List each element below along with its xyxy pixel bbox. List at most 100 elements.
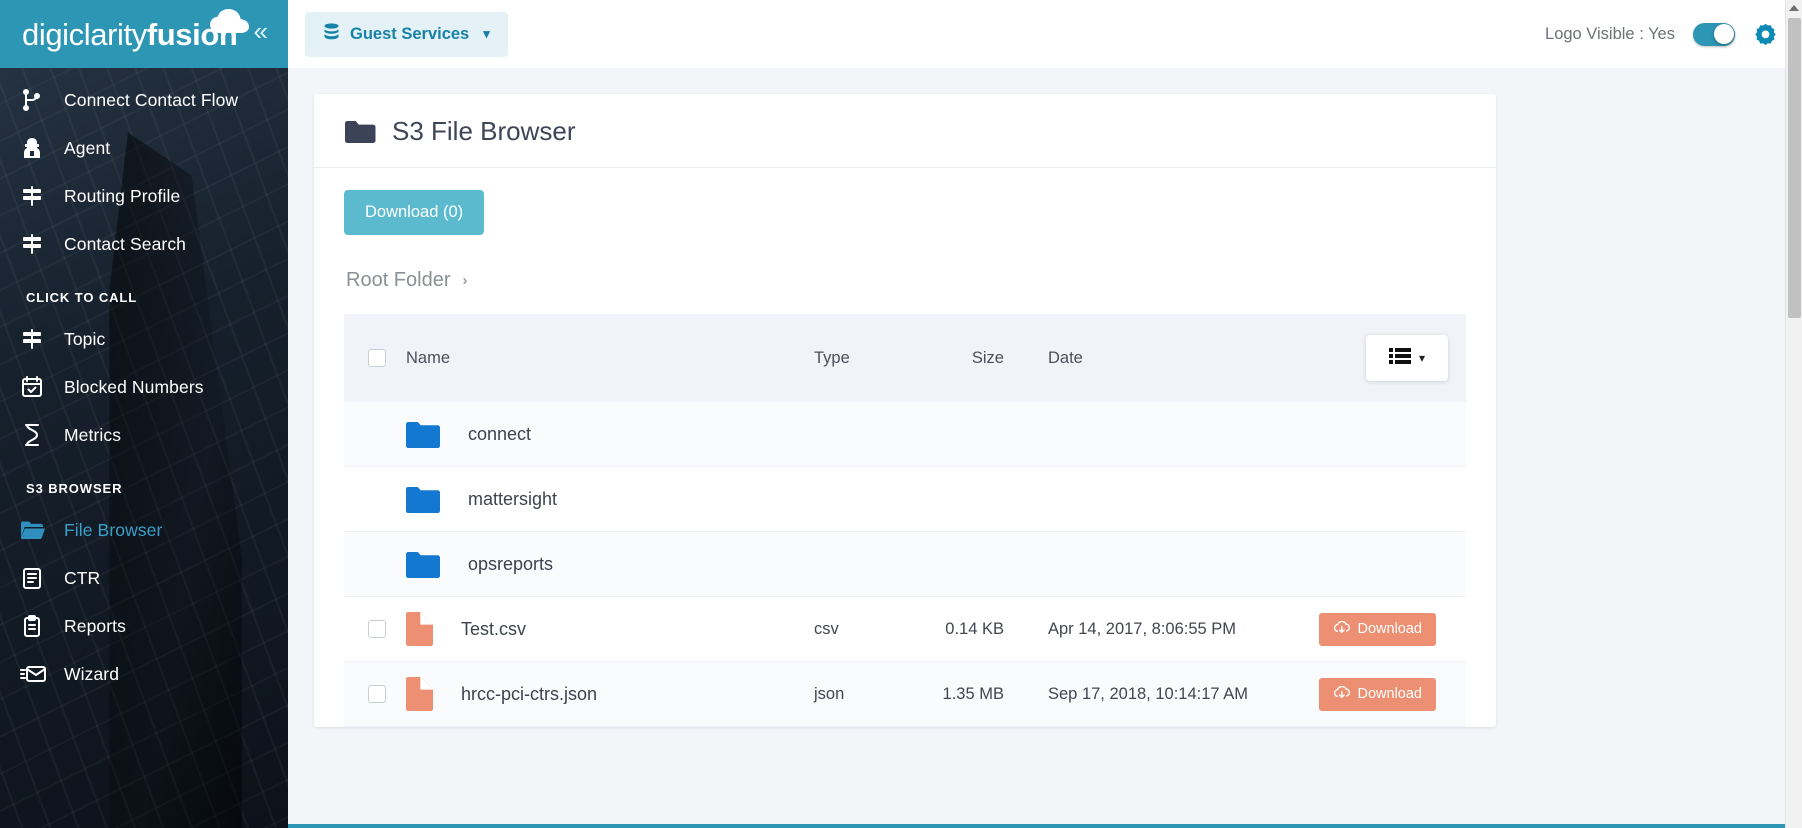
download-selected-button[interactable]: Download (0) <box>344 190 485 235</box>
sidebar-item-ctr[interactable]: CTR <box>0 554 288 602</box>
row-name-label: connect <box>468 423 532 444</box>
file-table: Name Type Size Date ▾ connect mattersigh… <box>344 314 1466 727</box>
select-all-checkbox[interactable] <box>368 349 386 367</box>
folder-icon <box>344 119 376 145</box>
folder-icon <box>406 551 440 578</box>
toggle-knob <box>1713 24 1734 44</box>
chevron-down-icon: ▾ <box>483 26 490 41</box>
row-action-cell: Download <box>1254 677 1466 711</box>
agent-icon <box>20 136 64 160</box>
sidebar-item-label: Contact Search <box>64 233 187 254</box>
sidebar-item-blocked-numbers[interactable]: Blocked Numbers <box>0 363 288 411</box>
topbar-right-group: Logo Visible : Yes <box>1545 22 1778 47</box>
sidebar-collapse-button[interactable]: « <box>248 18 274 50</box>
row-date-cell: Apr 14, 2017, 8:06:55 PM <box>1048 619 1237 638</box>
row-size-cell: 0.14 KB <box>945 619 1004 638</box>
sidebar: digiclarityfusion « Connect Contact Flow… <box>0 0 288 828</box>
row-name-label: mattersight <box>468 488 558 509</box>
sidebar-item-label: Connect Contact Flow <box>64 89 239 110</box>
main-area: Guest Services ▾ Logo Visible : Yes S3 F… <box>288 0 1802 828</box>
row-name-cell: Test.csv <box>406 612 814 646</box>
sidebar-item-label: CTR <box>64 567 101 588</box>
row-download-label: Download <box>1357 686 1423 702</box>
row-select-cell <box>344 620 406 638</box>
sidebar-item-agent[interactable]: Agent <box>0 124 288 172</box>
row-name-label: opsreports <box>468 553 554 574</box>
sidebar-item-metrics[interactable]: Metrics <box>0 411 288 459</box>
signpost-icon <box>20 327 64 351</box>
row-download-label: Download <box>1357 621 1423 637</box>
sidebar-item-reports[interactable]: Reports <box>0 602 288 650</box>
calendar-check-icon <box>20 375 64 399</box>
table-row[interactable]: mattersight <box>344 467 1466 532</box>
breadcrumb-root-folder[interactable]: Root Folder <box>346 269 451 292</box>
logo-visible-label: Logo Visible : Yes <box>1545 24 1675 43</box>
sidebar-item-topic[interactable]: Topic <box>0 315 288 363</box>
sidebar-item-label: Topic <box>64 328 106 349</box>
view-mode-dropdown[interactable]: ▾ <box>1366 335 1448 381</box>
breadcrumb-separator-icon: › <box>462 272 468 289</box>
page-title: S3 File Browser <box>392 116 576 146</box>
logo-visible-toggle[interactable] <box>1693 22 1735 46</box>
page-content: S3 File Browser Download (0) Root Folder… <box>288 68 1802 727</box>
sidebar-item-label: Blocked Numbers <box>64 376 204 397</box>
service-selector-button[interactable]: Guest Services ▾ <box>305 11 508 57</box>
list-view-icon <box>1388 347 1411 370</box>
sidebar-item-contact-search[interactable]: Contact Search <box>0 220 288 268</box>
row-checkbox[interactable] <box>368 620 386 638</box>
clipboard-list-icon <box>20 566 64 590</box>
select-all-cell <box>344 349 406 367</box>
sidebar-item-label: Metrics <box>64 424 122 445</box>
table-header-row: Name Type Size Date ▾ <box>344 314 1466 402</box>
sidebar-section-click-to-call: CLICK TO CALL <box>26 290 138 305</box>
row-checkbox[interactable] <box>368 685 386 703</box>
brand-logo-text: digiclarityfusion <box>22 19 238 50</box>
open-folder-icon <box>20 518 64 542</box>
scroll-up-arrow-icon[interactable] <box>1789 5 1799 11</box>
gear-icon[interactable] <box>1753 22 1778 47</box>
column-header-size: Size <box>971 348 1004 367</box>
signpost-icon <box>20 232 64 256</box>
database-icon <box>323 22 340 46</box>
row-name-cell: connect <box>406 421 814 448</box>
sidebar-item-routing-profile[interactable]: Routing Profile <box>0 172 288 220</box>
sidebar-item-wizard[interactable]: Wizard <box>0 650 288 698</box>
sidebar-item-connect-contact-flow[interactable]: Connect Contact Flow <box>0 76 288 124</box>
mail-send-icon <box>20 662 64 686</box>
column-header-type: Type <box>814 348 850 367</box>
table-row[interactable]: opsreports <box>344 532 1466 597</box>
column-header-date: Date <box>1048 348 1083 367</box>
row-size-cell: 1.35 MB <box>942 684 1004 703</box>
signpost-icon <box>20 184 64 208</box>
service-selector-label: Guest Services <box>350 24 470 43</box>
download-cloud-icon <box>1333 620 1350 638</box>
row-name-cell: opsreports <box>406 551 814 578</box>
sidebar-section-s3-browser: S3 BROWSER <box>26 481 123 496</box>
brand-header: digiclarityfusion « <box>0 0 288 68</box>
sidebar-item-file-browser[interactable]: File Browser <box>0 506 288 554</box>
table-row[interactable]: connect <box>344 402 1466 467</box>
clipboard-icon <box>20 614 64 638</box>
bottom-accent-bar <box>288 824 1802 828</box>
row-type-cell: csv <box>814 619 839 638</box>
sidebar-item-label: Reports <box>64 615 126 636</box>
file-icon <box>406 677 433 711</box>
row-download-button[interactable]: Download <box>1318 677 1436 711</box>
page-scrollbar[interactable] <box>1785 0 1802 828</box>
sitemap-icon <box>20 88 64 112</box>
row-type-cell: json <box>814 684 845 703</box>
folder-icon <box>406 421 440 448</box>
row-name-label: Test.csv <box>461 618 527 639</box>
row-name-label: hrcc-pci-ctrs.json <box>461 683 598 704</box>
scrollbar-thumb[interactable] <box>1788 18 1801 318</box>
file-browser-card: S3 File Browser Download (0) Root Folder… <box>314 94 1496 727</box>
app-root: digiclarityfusion « Connect Contact Flow… <box>0 0 1802 828</box>
row-download-button[interactable]: Download <box>1318 612 1436 646</box>
row-select-cell <box>344 685 406 703</box>
sidebar-nav: Connect Contact Flow Agent Routing Profi… <box>0 68 288 698</box>
table-row[interactable]: hrcc-pci-ctrs.json json 1.35 MB Sep 17, … <box>344 662 1466 727</box>
download-cloud-icon <box>1333 685 1350 703</box>
row-action-cell: Download <box>1254 612 1466 646</box>
breadcrumb: Root Folder › <box>344 235 1466 314</box>
table-row[interactable]: Test.csv csv 0.14 KB Apr 14, 2017, 8:06:… <box>344 597 1466 662</box>
